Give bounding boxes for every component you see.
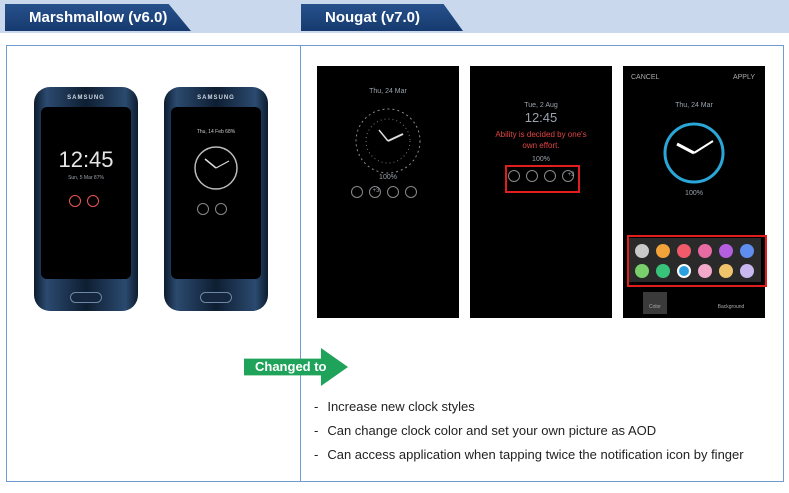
phone-brand: SAMSUNG bbox=[67, 95, 105, 101]
notification-icons bbox=[351, 186, 417, 198]
changed-to-label: Changed to bbox=[255, 359, 327, 374]
screen-time: 12:45 bbox=[524, 110, 558, 125]
custom-message: Ability is decided by one's own effort. bbox=[495, 130, 587, 150]
analog-clock-icon bbox=[194, 146, 238, 190]
notification-icons bbox=[197, 203, 227, 215]
phone-digital-clock: SAMSUNG 12:45 Sun, 5 Mar 87% bbox=[34, 87, 138, 311]
screen-date: Thu, 24 Mar bbox=[675, 102, 713, 109]
battery-level: 100% bbox=[532, 156, 550, 163]
aod-time: 12:45 bbox=[58, 147, 114, 172]
missed-call-icon bbox=[351, 186, 363, 198]
message-icon bbox=[215, 203, 227, 215]
ornate-clock-icon bbox=[355, 108, 421, 174]
call-icon bbox=[197, 203, 209, 215]
column-divider bbox=[300, 45, 301, 482]
apply-button[interactable]: APPLY bbox=[733, 74, 755, 81]
tab-nougat[interactable]: Nougat (v7.0) bbox=[301, 4, 463, 31]
email-icon bbox=[387, 186, 399, 198]
nougat-screen-1: Thu, 24 Mar 100% +3 bbox=[317, 66, 459, 318]
screen-date: Tue, 2 Aug bbox=[524, 102, 558, 109]
cancel-button[interactable]: CANCEL bbox=[631, 74, 659, 81]
more-count: +3 bbox=[372, 188, 380, 194]
background-tab-label[interactable]: Background bbox=[711, 304, 751, 310]
aod-date: Sun, 5 Mar 87% bbox=[68, 175, 104, 181]
home-button bbox=[200, 292, 232, 303]
colored-clock-icon bbox=[663, 122, 725, 184]
phone-screen: Thu, 14 Feb 68% bbox=[171, 107, 261, 279]
highlight-palette bbox=[627, 235, 767, 287]
phone-analog-clock: SAMSUNG Thu, 14 Feb 68% bbox=[164, 87, 268, 311]
tab-marshmallow[interactable]: Marshmallow (v6.0) bbox=[5, 4, 191, 31]
feature-list: Increase new clock styles Can change clo… bbox=[314, 397, 744, 469]
missed-call-icon bbox=[69, 195, 81, 207]
phone-brand: SAMSUNG bbox=[197, 95, 235, 101]
phone-screen: 12:45 Sun, 5 Mar 87% bbox=[41, 107, 131, 279]
battery-level: 100% bbox=[379, 174, 397, 181]
aod-status: Thu, 14 Feb 68% bbox=[196, 129, 236, 135]
message-icon bbox=[87, 195, 99, 207]
screen-date: Thu, 24 Mar bbox=[369, 88, 407, 95]
list-item: Increase new clock styles bbox=[314, 397, 744, 421]
color-tab-label: Color bbox=[649, 304, 661, 310]
color-tab[interactable] bbox=[643, 292, 667, 314]
more-icon bbox=[405, 186, 417, 198]
list-item: Can access application when tapping twic… bbox=[314, 445, 743, 469]
notification-icons bbox=[69, 195, 99, 207]
highlight-notifications bbox=[505, 165, 580, 193]
battery-level: 100% bbox=[685, 190, 703, 197]
list-item: Can change clock color and set your own … bbox=[314, 421, 744, 445]
home-button bbox=[70, 292, 102, 303]
